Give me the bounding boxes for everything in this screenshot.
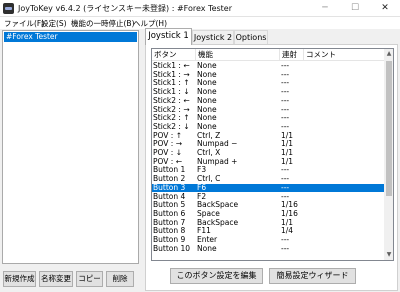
table-row[interactable]: POV : ↑ Ctrl, Z 1/1 bbox=[152, 131, 384, 141]
table-row[interactable]: Button 10 None --- bbox=[152, 243, 384, 254]
tab-options[interactable]: Options bbox=[234, 30, 268, 44]
close-button[interactable]: ✕ bbox=[370, 0, 400, 17]
table-row[interactable]: Button 5 BackSpace 1/16 bbox=[152, 200, 384, 210]
table-row[interactable]: POV : → Numpad −1/1 bbox=[152, 140, 384, 149]
column-header-comment[interactable]: コメント bbox=[304, 49, 384, 61]
tab-joystick-2[interactable]: Joystick 2 bbox=[192, 30, 234, 44]
table-row[interactable]: Button 1 F3 --- bbox=[152, 166, 384, 175]
table-row[interactable]: Button 8 F11 1/4 bbox=[152, 227, 384, 236]
table-row[interactable]: Button 4 F2 --- bbox=[152, 192, 384, 202]
button-cell: Button 10 bbox=[153, 243, 191, 253]
joystick-app-icon bbox=[3, 3, 14, 14]
menu-bar: ファイル(F) 設定(S) 機能の一時停止(B) ヘルプ(H) bbox=[0, 17, 400, 29]
rapid-fire-cell: --- bbox=[281, 243, 290, 253]
copy-profile-button[interactable]: コピー bbox=[76, 271, 103, 287]
menu-pause[interactable]: 機能の一時停止(B) bbox=[71, 18, 135, 29]
button-assignment-table[interactable]: ボタン 機能 連射 コメント Stick1 : ← None --- Stick1 :… bbox=[151, 48, 394, 261]
menu-settings[interactable]: 設定(S) bbox=[41, 18, 67, 29]
column-header-button[interactable]: ボタン bbox=[152, 49, 196, 61]
profile-list[interactable]: #Forex Tester bbox=[2, 30, 139, 264]
scroll-down-icon[interactable]: ▼ bbox=[384, 250, 393, 260]
menu-file[interactable]: ファイル(F) bbox=[4, 18, 44, 29]
column-header-rapid-fire[interactable]: 連射 bbox=[280, 49, 304, 61]
table-header: ボタン 機能 連射 コメント bbox=[152, 49, 384, 61]
table-row[interactable]: POV : ← Numpad +1/1 bbox=[152, 157, 384, 167]
table-row[interactable]: Button 3 F6 --- bbox=[152, 183, 384, 193]
tab-joystick-1[interactable]: Joystick 1 bbox=[145, 28, 192, 45]
maximize-button[interactable]: ☐ bbox=[340, 0, 370, 17]
table-row[interactable]: Stick2 : ↓ None --- bbox=[152, 122, 384, 132]
rename-profile-button[interactable]: 名称変更 bbox=[39, 271, 73, 287]
title-bar: JoyToKey v6.4.2 (ライセンスキー未登録) : #Forex Te… bbox=[0, 0, 400, 17]
function-cell: None bbox=[197, 243, 217, 253]
table-vertical-scrollbar[interactable]: ▲ ▼ bbox=[384, 49, 393, 260]
setup-wizard-button[interactable]: 簡易設定ウィザード bbox=[269, 268, 356, 284]
delete-profile-button[interactable]: 削除 bbox=[106, 271, 134, 287]
table-row[interactable]: Button 2 Ctrl, C --- bbox=[152, 174, 384, 184]
table-row[interactable]: Button 7 BackSpace 1/1 bbox=[152, 218, 384, 228]
scroll-thumb[interactable] bbox=[386, 61, 392, 196]
window-title: JoyToKey v6.4.2 (ライセンスキー未登録) : #Forex Te… bbox=[18, 4, 233, 13]
minimize-button[interactable]: ─ bbox=[310, 0, 340, 17]
new-profile-button[interactable]: 新規作成 bbox=[3, 271, 36, 287]
table-row[interactable]: Button 6 Space 1/16 bbox=[152, 209, 384, 219]
scroll-up-icon[interactable]: ▲ bbox=[384, 49, 393, 59]
edit-button-setting-button[interactable]: このボタン設定を編集 bbox=[170, 268, 263, 284]
column-header-function[interactable]: 機能 bbox=[196, 49, 280, 61]
profile-item-forex-tester[interactable]: #Forex Tester bbox=[4, 32, 137, 42]
table-row[interactable]: POV : ↓ Ctrl, X 1/1 bbox=[152, 148, 384, 158]
